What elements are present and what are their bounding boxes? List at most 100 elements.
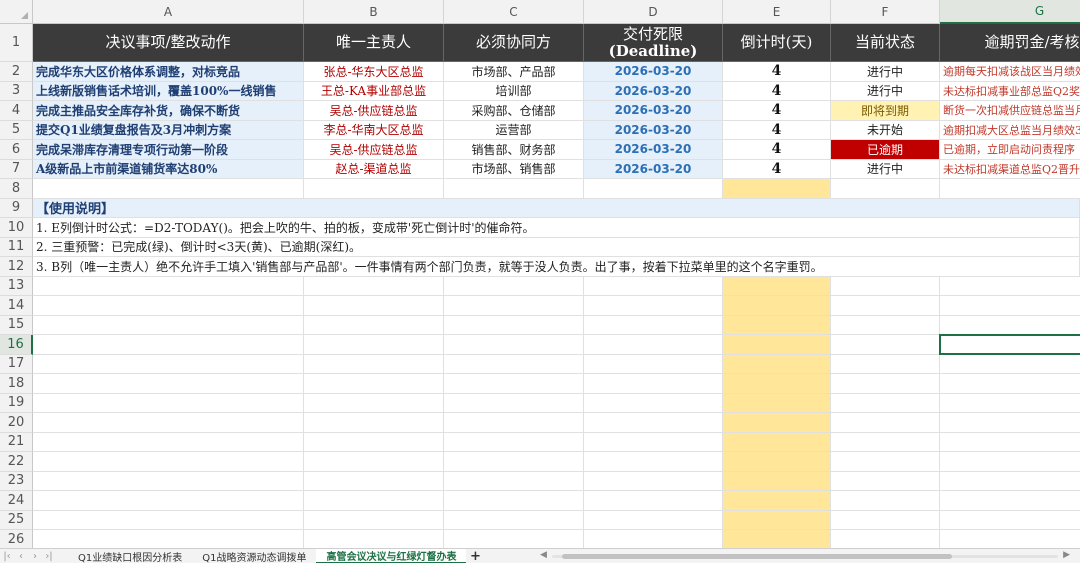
row-header-2[interactable]: 2 [0,62,33,82]
empty-cell[interactable] [584,335,723,355]
empty-cell[interactable] [723,452,831,472]
countdown-cell[interactable]: 4 [723,120,831,140]
row-header-8[interactable]: 8 [0,179,33,199]
row-header-1[interactable]: 1 [0,24,33,62]
empty-cell[interactable] [304,413,444,433]
deadline-cell[interactable]: 2026-03-20 [584,81,723,101]
empty-cell[interactable] [723,413,831,433]
row-header-13[interactable]: 13 [0,276,33,296]
empty-cell[interactable] [584,393,723,413]
empty-cell[interactable] [304,393,444,413]
empty-cell[interactable] [304,510,444,530]
row-header-6[interactable]: 6 [0,140,33,160]
empty-cell[interactable] [584,432,723,452]
countdown-cell[interactable]: 4 [723,140,831,160]
empty-cell[interactable] [584,374,723,394]
header-penalty[interactable]: 逾期罚金/考核扣 [940,24,1080,62]
collab-cell[interactable]: 运营部 [444,120,584,140]
row-header-20[interactable]: 20 [0,413,33,433]
row-header-3[interactable]: 3 [0,81,33,101]
row-header-24[interactable]: 24 [0,491,33,511]
collab-cell[interactable]: 采购部、仓储部 [444,101,584,121]
empty-cell[interactable] [444,413,584,433]
row-header-22[interactable]: 22 [0,452,33,472]
empty-cell[interactable] [304,471,444,491]
row-header-9[interactable]: 9 [0,198,33,218]
column-header-g[interactable]: G [940,0,1080,24]
owner-cell[interactable]: 赵总-渠道总监 [304,159,444,179]
empty-cell[interactable] [304,354,444,374]
penalty-cell[interactable]: 断货一次扣减供应链总监当月 [940,101,1080,121]
column-header-c[interactable]: C [444,0,584,24]
empty-cell[interactable] [940,472,1080,491]
empty-cell[interactable] [444,491,584,511]
empty-cell[interactable] [444,452,584,472]
owner-cell[interactable]: 张总-华东大区总监 [304,62,444,82]
empty-cell[interactable] [723,530,831,548]
column-header-f[interactable]: F [831,0,940,24]
empty-cell[interactable] [33,471,304,491]
empty-cell[interactable] [940,296,1080,316]
empty-cell[interactable] [584,491,723,511]
empty-cell[interactable] [831,354,940,374]
empty-cell[interactable] [584,354,723,374]
empty-cell[interactable] [33,510,304,530]
empty-cell[interactable] [831,179,940,199]
last-sheet-icon[interactable]: ›| [42,551,56,562]
status-cell[interactable]: 进行中 [831,159,940,179]
row-header-12[interactable]: 12 [0,257,33,277]
sheet-tab[interactable]: Q1战略资源动态调拨单 [192,549,316,563]
owner-cell[interactable]: 李总-华南大区总监 [304,120,444,140]
row-header-23[interactable]: 23 [0,471,33,491]
empty-cell[interactable] [584,530,723,548]
empty-cell[interactable] [33,296,304,316]
column-header-b[interactable]: B [304,0,444,24]
empty-cell[interactable] [831,413,940,433]
empty-cell[interactable] [940,452,1080,472]
empty-cell[interactable] [304,315,444,335]
empty-cell[interactable] [584,315,723,335]
deadline-cell[interactable]: 2026-03-20 [584,140,723,160]
empty-cell[interactable] [33,491,304,511]
row-header-5[interactable]: 5 [0,120,33,140]
empty-cell[interactable] [584,179,723,199]
penalty-cell[interactable]: 未达标扣减渠道总监Q2晋升 [940,160,1080,179]
row-header-17[interactable]: 17 [0,354,33,374]
empty-cell[interactable] [444,315,584,335]
empty-cell[interactable] [33,393,304,413]
penalty-cell[interactable]: 已逾期，立即启动问责程序 [940,140,1080,160]
row-header-11[interactable]: 11 [0,237,33,257]
task-cell[interactable]: A级新品上市前渠道铺货率达80% [33,159,304,179]
status-cell[interactable]: 未开始 [831,120,940,140]
empty-cell[interactable] [723,179,831,199]
empty-cell[interactable] [33,413,304,433]
empty-cell[interactable] [444,354,584,374]
empty-cell[interactable] [444,393,584,413]
empty-cell[interactable] [304,276,444,296]
empty-cell[interactable] [584,413,723,433]
empty-cell[interactable] [444,432,584,452]
sheet-tab-active[interactable]: 高管会议决议与红绿灯督办表 [316,548,467,563]
empty-cell[interactable] [940,491,1080,511]
row-header-14[interactable]: 14 [0,296,33,316]
row-header-25[interactable]: 25 [0,510,33,530]
row-header-15[interactable]: 15 [0,315,33,335]
empty-cell[interactable] [33,354,304,374]
header-collab[interactable]: 必须协同方 [444,24,584,62]
empty-cell[interactable] [831,315,940,335]
empty-cell[interactable] [304,530,444,548]
countdown-cell[interactable]: 4 [723,62,831,82]
deadline-cell[interactable]: 2026-03-20 [584,101,723,121]
task-cell[interactable]: 完成呆滞库存清理专项行动第一阶段 [33,140,304,160]
status-cell[interactable]: 已逾期 [831,140,940,160]
scrollbar-thumb[interactable] [562,554,952,559]
first-sheet-icon[interactable]: |‹ [0,551,14,562]
scroll-left-icon[interactable]: ◀ [540,550,547,560]
row-header-16[interactable]: 16 [0,335,33,355]
empty-cell[interactable] [831,530,940,548]
row-header-4[interactable]: 4 [0,101,33,121]
empty-cell[interactable] [444,276,584,296]
collab-cell[interactable]: 培训部 [444,81,584,101]
prev-sheet-icon[interactable]: ‹ [14,551,28,562]
select-all-corner[interactable] [0,0,33,24]
